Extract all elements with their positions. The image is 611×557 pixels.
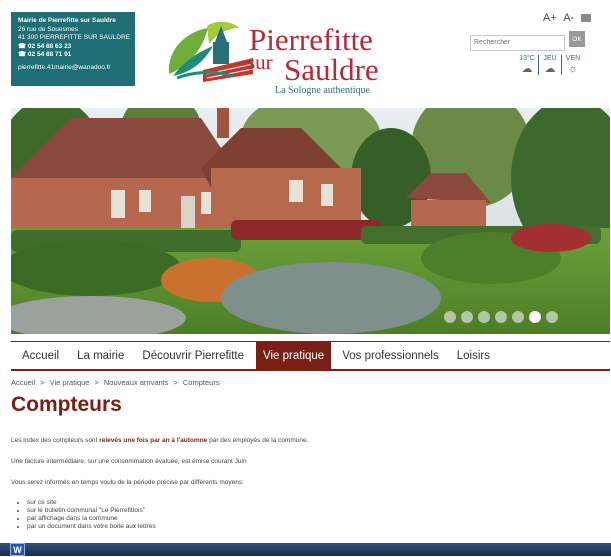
- contact-email[interactable]: pierrefitte.41mairie@wanadoo.fr: [18, 64, 130, 73]
- cloud-icon: ☁: [521, 63, 533, 75]
- font-size-controls: A+ A-: [543, 12, 595, 24]
- breadcrumb-vie-pratique[interactable]: Vie pratique: [50, 378, 90, 387]
- cloud-icon: ☁: [544, 63, 556, 75]
- sun-icon: ☼: [567, 63, 579, 75]
- main-nav: Accueil La mairie Découvrir Pierrefitte …: [11, 341, 610, 371]
- paragraph-information: Vous serez informés en temps voulu de la…: [11, 479, 244, 486]
- logo-text-sur: sur: [247, 50, 273, 74]
- page-title: Compteurs: [11, 393, 122, 416]
- breadcrumb-nouveaux-arrivants[interactable]: Nouveaux arrivants: [104, 378, 169, 387]
- paragraph-text: Les index des compteurs sont: [11, 437, 100, 444]
- slider-dot[interactable]: [478, 311, 490, 323]
- weather-temp: 13°C: [519, 55, 535, 62]
- village-photo: [11, 108, 610, 334]
- nav-item-accueil[interactable]: Accueil: [15, 342, 66, 369]
- nav-item-la-mairie[interactable]: La mairie: [70, 342, 131, 369]
- nav-item-vie-pratique[interactable]: Vie pratique: [256, 342, 332, 369]
- nav-item-vos-professionnels[interactable]: Vos professionnels: [335, 342, 446, 369]
- word-app-icon[interactable]: W: [10, 543, 25, 556]
- weather-day-label: JEU: [543, 55, 557, 62]
- slider-dot[interactable]: [495, 311, 507, 323]
- phone-icon: ☎: [18, 42, 27, 50]
- contact-name: Mairie de Pierrefitte sur Sauldre: [18, 17, 116, 24]
- contact-fax: 02 54 88 71 91: [27, 51, 72, 59]
- logo-text-sauldre: Sauldre: [284, 52, 379, 87]
- info-methods-list: sur ce site sur le bulletin communal "Le…: [15, 499, 156, 531]
- breadcrumb-accueil[interactable]: Accueil: [11, 378, 35, 387]
- slider-dot-active[interactable]: [529, 311, 541, 323]
- contact-block: Mairie de Pierrefitte sur Sauldre 26 rue…: [11, 12, 135, 86]
- list-item: sur le bulletin communal "Le Pierrefitto…: [27, 507, 156, 515]
- paragraph-text: par des employés de la commune.: [207, 437, 309, 444]
- contact-address-line2: 41 300 PIERREFITTE SUR SAULDRE: [18, 34, 130, 42]
- slider-dots: [444, 311, 558, 323]
- slider-dot[interactable]: [512, 311, 524, 323]
- paragraph-bold: relevés une fois par an à l'automne: [99, 437, 208, 444]
- contact-phone: 02 54 88 63 23: [27, 42, 72, 50]
- font-increase-button[interactable]: A+: [543, 12, 557, 24]
- breadcrumb-current: Compteurs: [182, 378, 220, 387]
- slider-dot[interactable]: [444, 311, 456, 323]
- logo-tagline: La Sologne authentique: [275, 85, 370, 96]
- font-decrease-button[interactable]: A-: [563, 12, 574, 24]
- leaf-logo-icon: [168, 21, 254, 82]
- fax-icon: ☎: [18, 51, 27, 59]
- search-form: OK: [470, 31, 585, 51]
- slider-dot[interactable]: [546, 311, 558, 323]
- hero-slider-image: [11, 108, 610, 334]
- list-item: par un document dans votre boite aux let…: [27, 523, 156, 531]
- print-icon[interactable]: [581, 14, 592, 23]
- weather-today: 13°C ☁: [516, 55, 538, 75]
- nav-item-decouvrir-pierrefitte[interactable]: Découvrir Pierrefitte: [135, 342, 251, 369]
- site-logo[interactable]: Pierrefitte sur Sauldre La Sologne authe…: [163, 16, 408, 100]
- slider-dot[interactable]: [461, 311, 473, 323]
- search-input[interactable]: [470, 34, 565, 51]
- paragraph-releve: Les index des compteurs sont relevés une…: [11, 437, 308, 444]
- nav-item-loisirs[interactable]: Loisirs: [450, 342, 497, 369]
- search-ok-button[interactable]: OK: [569, 31, 585, 47]
- breadcrumb: Accueil > Vie pratique > Nouveaux arrivants >…: [11, 378, 220, 387]
- weather-thursday: JEU ☁: [538, 55, 561, 75]
- contact-address-line1: 26 rue de Souesmes: [18, 25, 78, 33]
- list-item: par affichage dans la commune: [27, 515, 156, 523]
- paragraph-facture: Une facture intermédiaire, sur une conso…: [11, 458, 247, 465]
- weather-widget: 13°C ☁ JEU ☁ VEN ☼: [516, 55, 584, 75]
- list-item: sur ce site: [27, 499, 156, 507]
- weather-day-label: VEN: [565, 55, 581, 62]
- weather-friday: VEN ☼: [561, 55, 584, 75]
- os-taskbar: W: [0, 543, 611, 556]
